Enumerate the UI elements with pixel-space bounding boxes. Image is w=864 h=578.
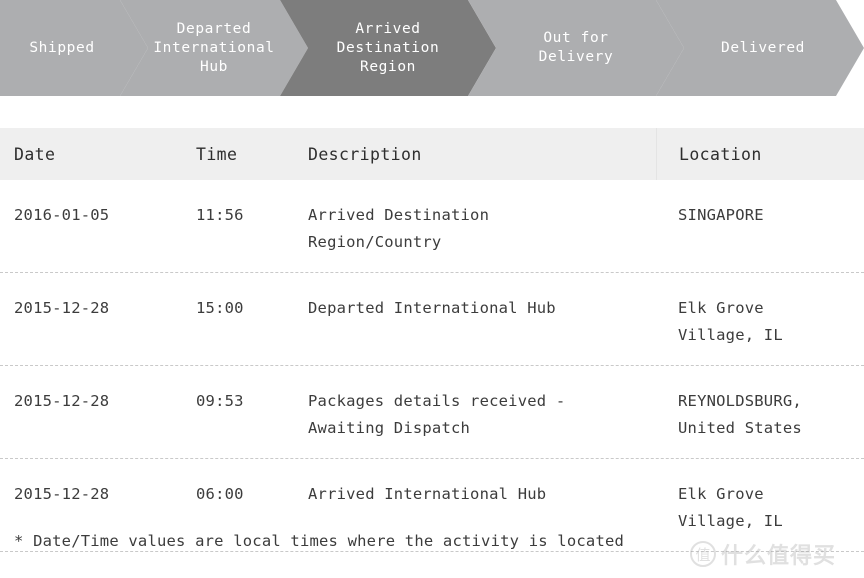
cell-description: Arrived Destination Region/Country	[308, 206, 490, 251]
cell-date: 2016-01-05	[14, 206, 110, 224]
progress-step-out-for-delivery[interactable]: Out for Delivery	[468, 0, 684, 96]
progress-step-delivered[interactable]: Delivered	[656, 0, 864, 96]
progress-step-label: Arrived Destination Region	[336, 20, 440, 75]
cell-date: 2015-12-28	[14, 392, 110, 410]
cell-time: 15:00	[196, 299, 244, 317]
cell-description: Departed International Hub	[308, 299, 556, 317]
column-header-date: Date	[14, 144, 56, 164]
cell-location: Elk Grove Village, IL	[678, 299, 783, 344]
cell-date: 2015-12-28	[14, 299, 110, 317]
cell-location: REYNOLDSBURG, United States	[678, 392, 802, 437]
tracking-history-table: Date Time Description Location 2016-01-0…	[0, 128, 864, 552]
cell-description: Packages details received - Awaiting Dis…	[308, 392, 566, 437]
cell-location: SINGAPORE	[678, 206, 764, 224]
progress-step-label: Delivered	[721, 39, 805, 56]
progress-step-shipped[interactable]: Shipped	[0, 0, 148, 96]
cell-location: Elk Grove Village, IL	[678, 485, 783, 530]
column-header-location: Location	[656, 128, 864, 180]
shipment-tracking-page: Shipped Departed International Hub Arriv…	[0, 0, 864, 578]
shipment-progress-tracker: Shipped Departed International Hub Arriv…	[0, 0, 864, 96]
cell-time: 09:53	[196, 392, 244, 410]
progress-step-label: Departed International Hub	[153, 20, 275, 75]
table-row: 2015-12-28 09:53 Packages details receiv…	[0, 366, 864, 459]
progress-step-label: Out for Delivery	[538, 30, 614, 65]
progress-step-arrived-destination-region[interactable]: Arrived Destination Region	[280, 0, 496, 96]
column-header-time: Time	[196, 144, 238, 164]
table-row: 2016-01-05 11:56 Arrived Destination Reg…	[0, 180, 864, 273]
table-header-row: Date Time Description Location	[0, 128, 864, 180]
progress-step-departed-international-hub[interactable]: Departed International Hub	[120, 0, 308, 96]
table-row: 2015-12-28 15:00 Departed International …	[0, 273, 864, 366]
local-time-disclaimer: * Date/Time values are local times where…	[14, 532, 625, 550]
cell-description: Arrived International Hub	[308, 485, 547, 503]
cell-time: 11:56	[196, 206, 244, 224]
progress-step-label: Shipped	[29, 39, 95, 56]
column-header-description: Description	[308, 144, 422, 164]
cell-date: 2015-12-28	[14, 485, 110, 503]
cell-time: 06:00	[196, 485, 244, 503]
